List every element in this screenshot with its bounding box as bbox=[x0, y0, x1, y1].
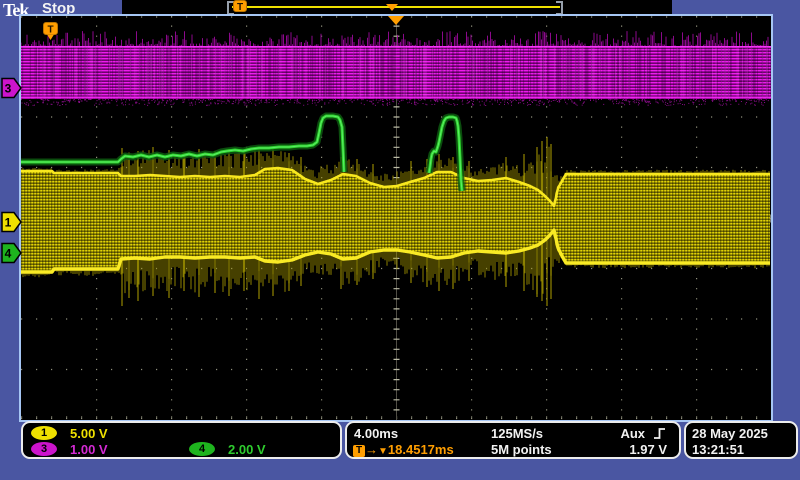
trigger-position-icon[interactable] bbox=[388, 16, 404, 25]
trigger-position-value: 18.4517ms bbox=[388, 442, 454, 457]
record-trigger-position-icon bbox=[386, 4, 398, 11]
ch4-position-marker[interactable]: 4 bbox=[1, 242, 22, 269]
record-view-bar[interactable]: T bbox=[122, 0, 672, 14]
ch3-marker-label: 3 bbox=[5, 82, 12, 96]
datetime-panel: 28 May 2025 13:21:51 bbox=[684, 421, 798, 459]
trigger-arrow-icon: → bbox=[365, 442, 378, 457]
trigger-level-readout[interactable]: 1.97 V bbox=[629, 442, 667, 457]
ch3-badge[interactable]: 3 bbox=[31, 442, 57, 456]
trigger-t-icon: T bbox=[353, 445, 365, 457]
ch1-marker-label: 1 bbox=[5, 216, 12, 230]
ch3-waveform bbox=[21, 31, 771, 106]
ch1-badge[interactable]: 1 bbox=[31, 426, 57, 440]
record-length-readout: 5M points bbox=[491, 442, 552, 457]
ch3-position-marker[interactable]: 3 bbox=[1, 77, 22, 104]
date-readout: 28 May 2025 bbox=[692, 426, 768, 441]
trigger-cursor-icon: ▼ bbox=[378, 446, 388, 457]
trigger-level-marker[interactable]: T bbox=[43, 22, 58, 46]
time-readout: 13:21:51 bbox=[692, 442, 744, 457]
ch3-scale-readout[interactable]: 1.00 V bbox=[70, 442, 108, 457]
waveform-display[interactable]: T bbox=[19, 14, 773, 422]
oscilloscope-screen: Tek Stop T T 3 bbox=[0, 0, 800, 480]
waveform-svg bbox=[21, 16, 771, 420]
timebase-readout[interactable]: 4.00ms bbox=[354, 426, 398, 441]
ch4-marker-label: 4 bbox=[5, 247, 12, 261]
ch4-badge[interactable]: 4 bbox=[189, 442, 215, 456]
channel-readout-panel: 1 5.00 V 3 1.00 V 4 2.00 V bbox=[21, 421, 342, 459]
trigger-source-readout[interactable]: Aux bbox=[620, 426, 645, 441]
horizontal-trigger-panel: 4.00ms 125MS/s Aux T→▼18.4517ms 5M point… bbox=[345, 421, 681, 459]
trigger-marker-t: T bbox=[47, 25, 53, 36]
sample-rate-readout: 125MS/s bbox=[491, 426, 543, 441]
ch4-scale-readout[interactable]: 2.00 V bbox=[228, 442, 266, 457]
trigger-position-readout[interactable]: T→▼18.4517ms bbox=[353, 442, 454, 457]
ch1-scale-readout[interactable]: 5.00 V bbox=[70, 426, 108, 441]
trigger-slope-icon bbox=[653, 427, 667, 443]
ch1-position-marker[interactable]: 1 bbox=[1, 211, 22, 238]
record-trigger-t: T bbox=[237, 2, 243, 13]
zoom-window-bracket-right[interactable] bbox=[556, 1, 563, 15]
